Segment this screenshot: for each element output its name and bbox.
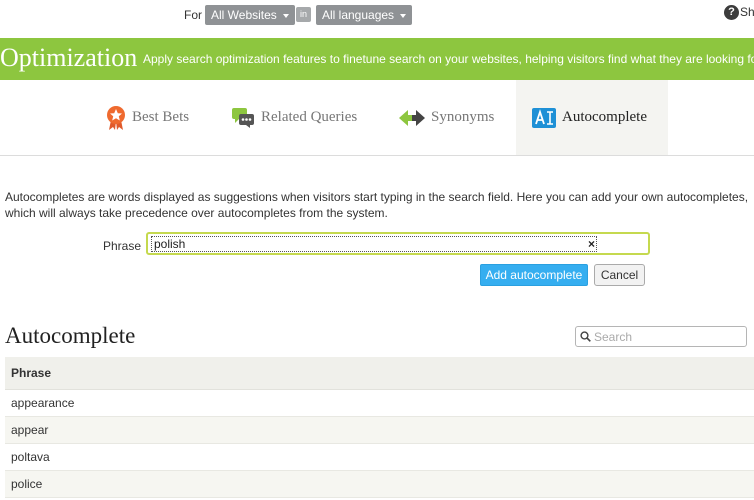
top-bar: For All Websites in All languages ? Sh xyxy=(0,0,754,36)
phrase-label: Phrase xyxy=(103,239,142,253)
section-title: Autocomplete xyxy=(5,323,136,348)
search-input[interactable] xyxy=(594,329,742,344)
languages-dropdown-label: All languages xyxy=(322,8,395,22)
tab-label: Related Queries xyxy=(261,109,358,125)
caret-down-icon xyxy=(282,13,289,18)
tab-label: Autocomplete xyxy=(562,109,647,125)
cancel-button[interactable]: Cancel xyxy=(594,264,645,286)
languages-dropdown[interactable]: All languages xyxy=(316,5,413,25)
clear-icon[interactable]: × xyxy=(588,236,595,252)
for-label: For xyxy=(184,8,202,22)
ribbon-star-icon xyxy=(106,105,126,131)
tab-best-bets[interactable]: Best Bets xyxy=(106,80,189,155)
in-badge: in xyxy=(296,7,311,22)
autocomplete-table: Phrase appearance appear poltava police xyxy=(5,357,754,498)
search-icon xyxy=(580,331,591,345)
help-text: Sh xyxy=(740,5,754,19)
banner-description: Apply search optimization features to fi… xyxy=(143,52,754,66)
feature-tabs: Best Bets Related Queries Synonyms Autoc… xyxy=(0,80,754,156)
tab-synonyms[interactable]: Synonyms xyxy=(399,80,494,155)
help-link[interactable]: ? Sh xyxy=(724,5,754,21)
autocomplete-icon xyxy=(532,107,556,128)
help-icon: ? xyxy=(724,5,739,21)
websites-dropdown-label: All Websites xyxy=(211,8,277,22)
tab-related-queries[interactable]: Related Queries xyxy=(231,80,357,155)
optimization-banner: Optimization Apply search optimization f… xyxy=(0,38,754,80)
table-row[interactable]: poltava xyxy=(5,444,754,471)
page-title: Optimization xyxy=(0,43,138,72)
column-header-phrase[interactable]: Phrase xyxy=(5,357,754,390)
arrows-exchange-icon xyxy=(399,109,425,127)
phrase-input[interactable] xyxy=(153,237,573,251)
table-row[interactable]: appearance xyxy=(5,390,754,417)
phrase-field-inner: × xyxy=(151,236,597,252)
add-autocomplete-button[interactable]: Add autocomplete xyxy=(480,264,588,286)
tab-label: Synonyms xyxy=(431,109,495,125)
phrase-field: × xyxy=(146,232,650,255)
websites-dropdown[interactable]: All Websites xyxy=(205,5,295,25)
tab-autocomplete[interactable]: Autocomplete xyxy=(516,80,668,155)
caret-down-icon xyxy=(400,13,407,18)
table-row[interactable]: appear xyxy=(5,417,754,444)
tab-label: Best Bets xyxy=(132,109,190,125)
chat-bubbles-icon xyxy=(231,107,255,129)
search-box xyxy=(575,326,747,347)
table-row[interactable]: police xyxy=(5,471,754,498)
autocomplete-description: Autocompletes are words displayed as sug… xyxy=(5,190,749,220)
